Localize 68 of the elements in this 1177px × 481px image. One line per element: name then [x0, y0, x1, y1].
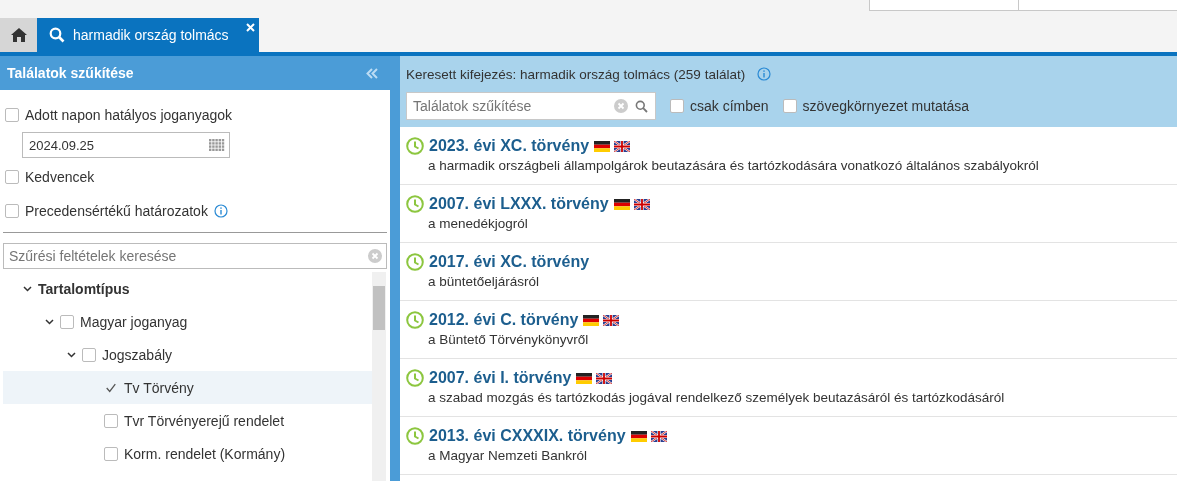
search-tab[interactable]: harmadik ország tolmács	[37, 18, 259, 52]
calendar-icon[interactable]	[209, 138, 225, 152]
checkbox[interactable]	[5, 204, 19, 218]
result-description: a szabad mozgás és tartózkodás jogával rendelkező személyek beutazásáról és tartózkodásáról	[428, 390, 1006, 405]
tree-item[interactable]: Magyar joganyag	[3, 305, 372, 338]
option-label: Adott napon hatályos joganyagok	[25, 107, 233, 123]
tree-item[interactable]: Jogszabály	[3, 338, 372, 371]
result-description: a menedékjogról	[428, 216, 529, 231]
option-label: Kedvencek	[25, 169, 95, 185]
collapse-icon[interactable]	[366, 67, 378, 79]
result-description: a büntetőeljárásról	[428, 274, 541, 289]
chevron-icon[interactable]	[23, 284, 32, 293]
checkbox[interactable]	[782, 99, 797, 113]
search-summary: Keresett kifejezés: harmadik ország tolmács (259 találat)	[406, 66, 746, 82]
uk-flag-icon[interactable]	[603, 314, 620, 326]
uk-flag-icon[interactable]	[614, 140, 631, 152]
result-description: a harmadik országbeli állampolgárok beutazására és tartózkodására vonatkozó általános szabályokról	[428, 158, 1040, 173]
uk-flag-icon[interactable]	[596, 372, 613, 384]
result-title-link[interactable]: 2012. évi C. törvény	[429, 311, 579, 329]
checkbox[interactable]	[104, 446, 118, 461]
home-icon	[9, 27, 28, 43]
clock-icon	[406, 369, 424, 387]
close-icon[interactable]	[245, 23, 255, 32]
german-flag-icon[interactable]	[630, 430, 647, 442]
chevron-icon[interactable]	[45, 317, 54, 326]
result-description: a Magyar Nemzeti Bankról	[428, 448, 589, 463]
checkbox[interactable]	[60, 314, 74, 329]
info-icon[interactable]	[757, 67, 772, 81]
checkbox[interactable]	[104, 413, 118, 428]
clock-icon	[406, 137, 424, 155]
uk-flag-icon[interactable]	[650, 430, 667, 442]
tree-item[interactable]: Tvr Törvényerejű rendelet	[3, 404, 372, 437]
option-label: szövegkörnyezet mutatása	[802, 98, 970, 114]
clock-icon	[406, 195, 424, 213]
clock-icon	[406, 253, 424, 271]
uk-flag-icon[interactable]	[633, 198, 650, 210]
option-label: csak címben	[690, 98, 769, 114]
clock-icon	[406, 311, 424, 329]
tree-item[interactable]: Tv Törvény	[3, 371, 372, 404]
home-tab[interactable]	[0, 18, 37, 52]
checkbox[interactable]	[82, 347, 96, 362]
result-title-link[interactable]: 2007. évi I. törvény	[429, 369, 572, 387]
german-flag-icon[interactable]	[594, 140, 611, 152]
german-flag-icon[interactable]	[613, 198, 630, 210]
result-title-link[interactable]: 2013. évi CXXXIX. törvény	[429, 427, 626, 445]
search-icon	[49, 27, 65, 43]
scrollbar[interactable]	[372, 272, 386, 481]
tab-label: harmadik ország tolmács	[73, 27, 229, 43]
narrow-search-field[interactable]: Találatok szűkítése	[406, 92, 656, 120]
filter-search-field[interactable]: Szűrési feltételek keresése	[3, 243, 387, 269]
chevron-icon[interactable]	[67, 350, 76, 359]
checkbox[interactable]	[670, 99, 684, 113]
result-description: a Büntető Törvénykönyvről	[428, 332, 590, 347]
tree-item[interactable]: Korm. rendelet (Kormány)	[3, 437, 372, 470]
german-flag-icon[interactable]	[583, 314, 600, 326]
info-icon[interactable]	[213, 204, 228, 218]
result-title-link[interactable]: 2023. évi XC. törvény	[429, 137, 590, 155]
tree-item[interactable]: Tartalomtípus	[3, 272, 372, 305]
search-icon[interactable]	[635, 100, 648, 113]
clock-icon	[406, 427, 424, 445]
german-flag-icon[interactable]	[576, 372, 593, 384]
result-title-link[interactable]: 2007. évi LXXX. törvény	[429, 195, 609, 213]
result-title-link[interactable]: 2017. évi XC. törvény	[429, 253, 590, 271]
sidebar-title: Találatok szűkítése	[7, 65, 134, 81]
checkbox[interactable]	[5, 108, 19, 122]
option-label: Precedensértékű határozatok	[25, 203, 208, 219]
checkbox[interactable]	[5, 170, 19, 184]
date-field[interactable]: 2024.09.25	[22, 132, 230, 158]
